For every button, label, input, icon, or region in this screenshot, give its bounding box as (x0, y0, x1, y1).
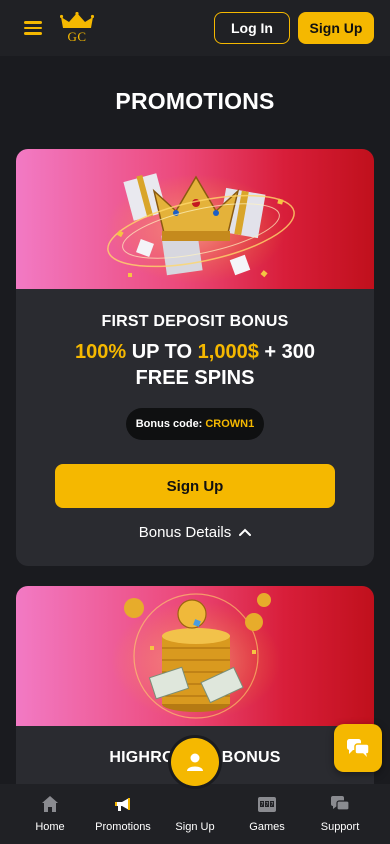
promo-banner-coins (16, 586, 374, 726)
crown-gifts-illustration (106, 173, 295, 284)
slot-machine-icon: 777 (258, 797, 276, 812)
svg-text:7: 7 (265, 802, 268, 808)
bonus-code-label: Bonus code: (135, 418, 203, 430)
svg-text:7: 7 (270, 802, 273, 808)
page-title: PROMOTIONS (115, 88, 275, 114)
nav-games[interactable]: 777 Games (246, 784, 288, 844)
promo-banner-crown (16, 149, 374, 289)
headline-percent: 100% (74, 341, 127, 363)
bonus-code-pill[interactable]: Bonus code: CROWN1 (126, 408, 264, 440)
bonus-code-value: CROWN1 (205, 418, 255, 430)
nav-support[interactable]: Support (318, 784, 362, 844)
nav-signup-label: Sign Up (175, 821, 215, 833)
promo-headline: 100% UP TO 1,000$ + 300 FREE SPINS (16, 339, 374, 391)
nav-signup[interactable] (171, 738, 219, 786)
bonus-details-toggle[interactable]: Bonus Details (16, 521, 374, 543)
menu-icon[interactable] (24, 21, 42, 35)
floating-chat-button[interactable] (334, 724, 382, 772)
header-signup-button[interactable]: Sign Up (298, 12, 374, 44)
bonus-details-label: Bonus Details (138, 523, 232, 541)
chat-bubbles-icon (347, 739, 370, 757)
promo-card-first-deposit: FIRST DEPOSIT BONUS 100% UP TO 1,000$ + … (16, 149, 374, 566)
nav-support-label: Support (320, 821, 360, 833)
login-button[interactable]: Log In (214, 12, 290, 44)
promo-signup-button[interactable]: Sign Up (55, 464, 335, 508)
nav-games-label: Games (249, 821, 285, 833)
nav-home[interactable]: Home (30, 784, 70, 844)
nav-promotions[interactable]: Promotions (94, 784, 152, 844)
top-header: GC Log In Sign Up (0, 0, 390, 56)
headline-amount: 1,000$ (197, 341, 259, 363)
headline-rest: + 300 (258, 341, 315, 363)
svg-text:7: 7 (260, 802, 263, 808)
coins-cash-illustration (111, 593, 281, 721)
megaphone-icon (115, 798, 130, 811)
bottom-nav: Home Promotions 777 Games Support (0, 784, 390, 844)
user-icon (187, 753, 203, 771)
logo-text: GC (67, 29, 87, 44)
headline-line2: FREE SPINS (135, 367, 255, 389)
crown-icon (59, 11, 95, 28)
nav-promotions-label: Promotions (95, 821, 151, 833)
chevron-up-icon (239, 528, 252, 536)
promo-title: FIRST DEPOSIT BONUS (101, 313, 289, 330)
nav-home-label: Home (35, 821, 65, 833)
headline-mid: UP TO (126, 341, 198, 363)
home-icon (42, 796, 58, 812)
chat-icon (331, 796, 350, 811)
logo[interactable]: GC (59, 11, 95, 44)
